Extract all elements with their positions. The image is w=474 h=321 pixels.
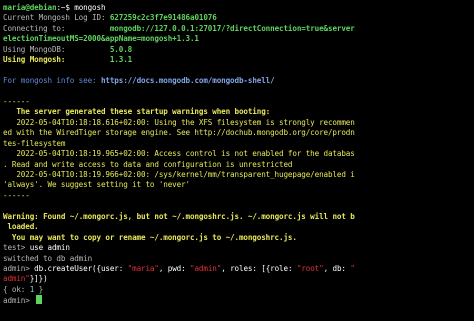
info-line: For mongosh info see: https://docs.mongo… [3,76,474,86]
mongodb-version: 5.0.8 [109,44,133,54]
rc-warning-line: Warning: Found ~/.mongorc.js, but not ~/… [3,212,474,222]
startup-warning-header: The server generated these startup warni… [3,107,271,117]
shell-prompt-path: :~$ [56,3,75,12]
separator-line: ------ [3,191,474,201]
connection-url-cont: electionTimeoutMS=2000&appName=mongosh+1… [3,34,199,44]
db-string: admin" [3,274,30,284]
startup-warning-text: 2022-05-04T10:18:19.966+02:00: /sys/kern… [3,170,355,179]
db-string: " [350,263,355,273]
user-string: "maria" [127,263,159,273]
result-text: } [34,284,44,294]
result-line: { ok: 1 } [3,285,474,295]
create-user-call: db.createUser({user: [34,263,128,273]
separator: ------ [3,190,30,200]
rc-warning-hint-line: You may want to copy or rename ~/.mongor… [3,233,474,243]
mongo-prompt: admin> [3,296,35,306]
connecting-line: Connecting to: mongodb://127.0.0.1:27017… [3,24,474,34]
use-command: use admin [29,243,70,253]
create-user-call: }]}) [29,274,48,284]
rc-warning-text: loaded. [3,222,39,232]
rc-warning-text: Found ~/.mongorc.js, but not ~/.mongoshr… [38,211,355,221]
rc-warning-line: loaded. [3,222,474,232]
startup-warning-line: tes-filesystem [3,139,474,149]
mongosh-version: 1.3.1 [109,55,133,65]
create-user-call: , roles: [{role: [221,263,297,273]
active-prompt-line[interactable]: admin> [3,295,474,305]
rc-warning-label: Warning: [3,211,39,221]
terminal-window[interactable]: maria@debian:~$ mongosh Current Mongosh … [0,0,474,321]
shell-command-line: maria@debian:~$ mongosh [3,3,474,13]
connecting-line-cont: electionTimeoutMS=2000&appName=mongosh+1… [3,34,474,44]
startup-warning-text: 2022-05-04T10:18:19.965+02:00: Access co… [3,149,355,159]
create-user-call: , pwd: [158,263,191,273]
startup-warning-text: ed with the WiredTiger storage engine. S… [3,128,355,138]
connection-url: mongodb://127.0.0.1:27017/?directConnect… [109,23,355,33]
startup-warning-text: . Read and write access to data and conf… [3,159,293,169]
startup-warning-line: ed with the WiredTiger storage engine. S… [3,128,474,138]
mongo-prompt: admin> [3,263,35,273]
rc-warning-hint: You may want to copy or rename ~/.mongor… [3,232,297,242]
log-id-label: Current Mongosh Log ID: [3,13,106,23]
connecting-label: Connecting to: [3,23,66,33]
result-text: { ok: [3,284,30,294]
mongo-prompt: test> [3,243,30,253]
switched-output: switched to db admin [3,253,93,263]
info-prefix: For mongosh info see: [3,76,101,86]
mongosh-version-line: Using Mongosh: 1.3.1 [3,55,474,65]
startup-warning-text: 'always'. We suggest setting it to 'neve… [3,180,190,190]
startup-warning-line: . Read and write access to data and conf… [3,160,474,170]
use-admin-line: test> use admin [3,243,474,253]
mongosh-label: Using Mongosh: [3,55,66,65]
startup-warning-line: 2022-05-04T10:18:19.966+02:00: /sys/kern… [3,170,474,180]
shell-command: mongosh [74,3,106,12]
info-url-link[interactable]: https://docs.mongodb.com/mongodb-shell/ [101,76,275,85]
startup-warning-line: 2022-05-04T10:18:18.616+02:00: Using the… [3,118,474,128]
startup-warning-line: 'always'. We suggest setting it to 'neve… [3,180,474,190]
text-cursor[interactable] [36,295,43,305]
role-string: "root" [296,263,324,273]
separator: ------ [3,96,30,106]
create-user-line: admin> db.createUser({user: "maria", pwd… [3,264,474,274]
separator-line: ------ [3,97,474,107]
create-user-call: , db: [323,263,351,273]
switched-line: switched to db admin [3,254,474,264]
mongodb-version-line: Using MongoDB: 5.0.8 [3,45,474,55]
startup-warning-text: 2022-05-04T10:18:18.616+02:00: Using the… [3,117,355,127]
shell-prompt-user: maria@debian [3,3,57,12]
warning-header-line: The server generated these startup warni… [3,107,474,117]
mongodb-label: Using MongoDB: [3,44,66,54]
startup-warning-text: tes-filesystem [3,138,66,148]
startup-warning-line: 2022-05-04T10:18:19.965+02:00: Access co… [3,149,474,159]
log-id-line: Current Mongosh Log ID: 627259c2c3f7e914… [3,13,474,23]
create-user-line-cont: admin"}]}) [3,274,474,284]
pwd-string: "admin" [190,263,222,273]
log-id-value: 627259c2c3f7e91486a01076 [109,13,217,23]
